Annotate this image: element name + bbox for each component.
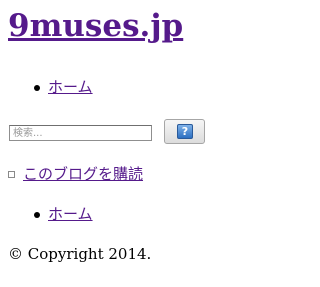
site-title-link[interactable]: 9muses.jp (8, 8, 183, 44)
feed-icon (8, 171, 15, 178)
bullet-icon (34, 212, 40, 218)
search-input[interactable] (9, 125, 152, 141)
subscribe-link[interactable]: このブログを購読 (23, 164, 143, 184)
search-button[interactable]: ? (164, 119, 205, 144)
nav-link-home[interactable]: ホーム (48, 78, 93, 96)
nav-item-home: ホーム (0, 77, 93, 97)
nav-link-home[interactable]: ホーム (48, 205, 93, 223)
bullet-icon (34, 85, 40, 91)
copyright-text: © Copyright 2014. (8, 245, 152, 263)
top-navigation: ホーム (0, 77, 93, 97)
site-title: 9muses.jp (8, 6, 183, 46)
nav-item-home: ホーム (0, 204, 93, 224)
search-help-icon: ? (177, 124, 193, 139)
bottom-navigation: ホーム (0, 204, 93, 224)
